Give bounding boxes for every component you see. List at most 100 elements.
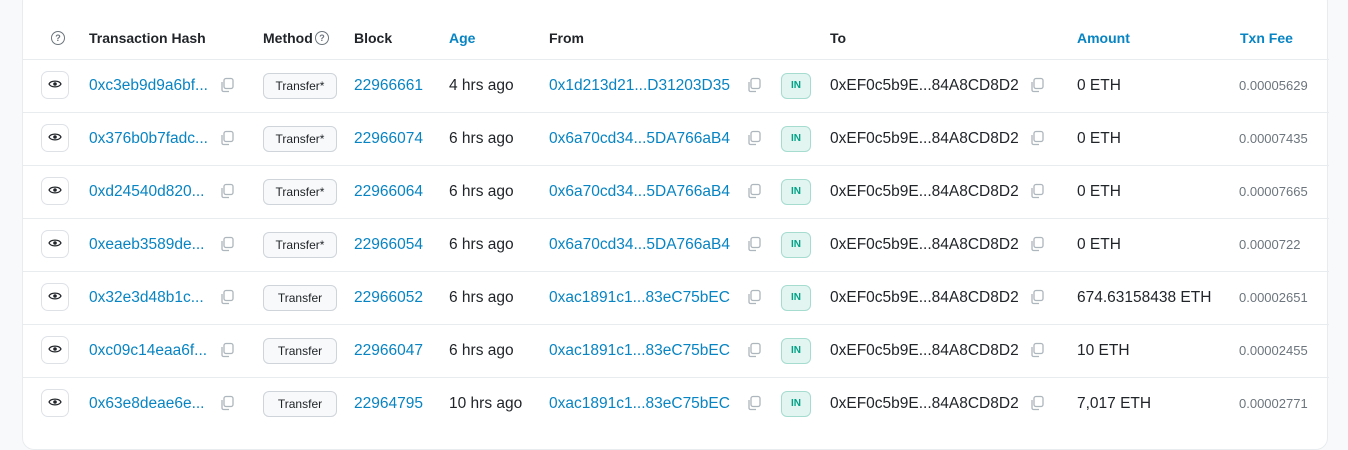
tx-hash-link[interactable]: 0x376b0b7fadc... bbox=[89, 129, 208, 148]
copy-icon[interactable] bbox=[1029, 395, 1045, 411]
help-circle-icon[interactable]: ? bbox=[51, 31, 65, 45]
copy-icon[interactable] bbox=[219, 77, 235, 93]
tx-hash-link[interactable]: 0x63e8deae6e... bbox=[89, 394, 205, 413]
from-address-link[interactable]: 0xac1891c1...83eC75bEC bbox=[549, 288, 730, 307]
txn-fee-value: 0.00007435 bbox=[1239, 131, 1308, 146]
amount-value: 0 ETH bbox=[1077, 183, 1121, 200]
copy-icon[interactable] bbox=[746, 236, 762, 252]
copy-icon[interactable] bbox=[219, 342, 235, 358]
from-address-link[interactable]: 0x6a70cd34...5DA766aB4 bbox=[549, 235, 730, 254]
block-link[interactable]: 22966047 bbox=[354, 341, 423, 360]
copy-icon[interactable] bbox=[1029, 183, 1045, 199]
to-address: 0xEF0c5b9E...84A8CD8D2 bbox=[830, 183, 1019, 200]
amount-value: 7,017 ETH bbox=[1077, 395, 1152, 412]
to-address: 0xEF0c5b9E...84A8CD8D2 bbox=[830, 236, 1019, 253]
copy-icon[interactable] bbox=[746, 395, 762, 411]
txn-fee-value: 0.00002651 bbox=[1239, 290, 1308, 305]
to-address: 0xEF0c5b9E...84A8CD8D2 bbox=[830, 342, 1019, 359]
from-address-link[interactable]: 0xac1891c1...83eC75bEC bbox=[549, 341, 730, 360]
header-txn-fee[interactable]: Txn Fee bbox=[1240, 30, 1293, 46]
age-text: 6 hrs ago bbox=[449, 130, 514, 147]
amount-value: 0 ETH bbox=[1077, 77, 1121, 94]
to-address: 0xEF0c5b9E...84A8CD8D2 bbox=[830, 77, 1019, 94]
copy-icon[interactable] bbox=[219, 289, 235, 305]
block-link[interactable]: 22966052 bbox=[354, 288, 423, 307]
block-link[interactable]: 22964795 bbox=[354, 394, 423, 413]
header-transaction-hash: Transaction Hash bbox=[89, 30, 206, 46]
method-badge: Transfer* bbox=[263, 73, 337, 99]
copy-icon[interactable] bbox=[746, 289, 762, 305]
copy-icon[interactable] bbox=[219, 395, 235, 411]
to-address: 0xEF0c5b9E...84A8CD8D2 bbox=[830, 395, 1019, 412]
copy-icon[interactable] bbox=[1029, 77, 1045, 93]
direction-in-badge: IN bbox=[781, 179, 811, 205]
txn-fee-value: 0.00005629 bbox=[1239, 78, 1308, 93]
amount-value: 10 ETH bbox=[1077, 342, 1130, 359]
view-details-button[interactable] bbox=[41, 124, 69, 152]
tx-hash-link[interactable]: 0xeaeb3589de... bbox=[89, 235, 205, 254]
tx-hash-link[interactable]: 0xc3eb9d9a6bf... bbox=[89, 76, 208, 95]
view-details-button[interactable] bbox=[41, 389, 69, 417]
copy-icon[interactable] bbox=[219, 130, 235, 146]
table-row: 0xd24540d820... Transfer* 22966064 6 hrs ag… bbox=[23, 165, 1329, 219]
copy-icon[interactable] bbox=[746, 130, 762, 146]
block-link[interactable]: 22966074 bbox=[354, 129, 423, 148]
copy-icon[interactable] bbox=[746, 183, 762, 199]
table-row: 0x376b0b7fadc... Transfer* 22966074 6 hrs a… bbox=[23, 112, 1329, 166]
direction-in-badge: IN bbox=[781, 338, 811, 364]
method-help-icon[interactable]: ? bbox=[315, 31, 329, 45]
tx-hash-link[interactable]: 0x32e3d48b1c... bbox=[89, 288, 204, 307]
view-details-button[interactable] bbox=[41, 230, 69, 258]
eye-icon bbox=[48, 341, 62, 359]
copy-icon[interactable] bbox=[219, 183, 235, 199]
copy-icon[interactable] bbox=[1029, 130, 1045, 146]
table-header: ? Transaction Hash Method ? Block Age Fr… bbox=[23, 0, 1329, 60]
copy-icon[interactable] bbox=[1029, 289, 1045, 305]
method-badge: Transfer* bbox=[263, 232, 337, 258]
tx-hash-link[interactable]: 0xd24540d820... bbox=[89, 182, 205, 201]
view-details-button[interactable] bbox=[41, 283, 69, 311]
age-text: 6 hrs ago bbox=[449, 236, 514, 253]
method-badge: Transfer* bbox=[263, 126, 337, 152]
age-text: 6 hrs ago bbox=[449, 289, 514, 306]
block-link[interactable]: 22966064 bbox=[354, 182, 423, 201]
tx-hash-link[interactable]: 0xc09c14eaa6f... bbox=[89, 341, 207, 360]
from-address-link[interactable]: 0x6a70cd34...5DA766aB4 bbox=[549, 182, 730, 201]
eye-icon bbox=[48, 129, 62, 147]
table-row: 0x32e3d48b1c... Transfer 22966052 6 hrs ago… bbox=[23, 271, 1329, 325]
method-badge: Transfer bbox=[263, 285, 337, 311]
table-row: 0xc09c14eaa6f... Transfer 22966047 6 hrs ag… bbox=[23, 324, 1329, 378]
direction-in-badge: IN bbox=[781, 73, 811, 99]
copy-icon[interactable] bbox=[219, 236, 235, 252]
header-age[interactable]: Age bbox=[449, 30, 475, 46]
txn-fee-value: 0.00002771 bbox=[1239, 396, 1308, 411]
from-address-link[interactable]: 0x6a70cd34...5DA766aB4 bbox=[549, 129, 730, 148]
header-from: From bbox=[549, 30, 584, 46]
copy-icon[interactable] bbox=[1029, 236, 1045, 252]
txn-fee-value: 0.0000722 bbox=[1239, 237, 1301, 252]
eye-icon bbox=[48, 182, 62, 200]
direction-in-badge: IN bbox=[781, 126, 811, 152]
amount-value: 0 ETH bbox=[1077, 236, 1121, 253]
view-details-button[interactable] bbox=[41, 336, 69, 364]
eye-icon bbox=[48, 235, 62, 253]
view-details-button[interactable] bbox=[41, 71, 69, 99]
view-details-button[interactable] bbox=[41, 177, 69, 205]
copy-icon[interactable] bbox=[746, 342, 762, 358]
amount-value: 0 ETH bbox=[1077, 130, 1121, 147]
eye-icon bbox=[48, 76, 62, 94]
direction-in-badge: IN bbox=[781, 285, 811, 311]
copy-icon[interactable] bbox=[746, 77, 762, 93]
block-link[interactable]: 22966054 bbox=[354, 235, 423, 254]
block-link[interactable]: 22966661 bbox=[354, 76, 423, 95]
method-badge: Transfer bbox=[263, 338, 337, 364]
to-address: 0xEF0c5b9E...84A8CD8D2 bbox=[830, 130, 1019, 147]
from-address-link[interactable]: 0xac1891c1...83eC75bEC bbox=[549, 394, 730, 413]
copy-icon[interactable] bbox=[1029, 342, 1045, 358]
table-row: 0x63e8deae6e... Transfer 22964795 10 hrs ag… bbox=[23, 377, 1329, 430]
from-address-link[interactable]: 0x1d213d21...D31203D35 bbox=[549, 76, 730, 95]
transactions-card: ? Transaction Hash Method ? Block Age Fr… bbox=[22, 0, 1329, 450]
eye-icon bbox=[48, 288, 62, 306]
header-amount[interactable]: Amount bbox=[1077, 30, 1130, 46]
direction-in-badge: IN bbox=[781, 232, 811, 258]
